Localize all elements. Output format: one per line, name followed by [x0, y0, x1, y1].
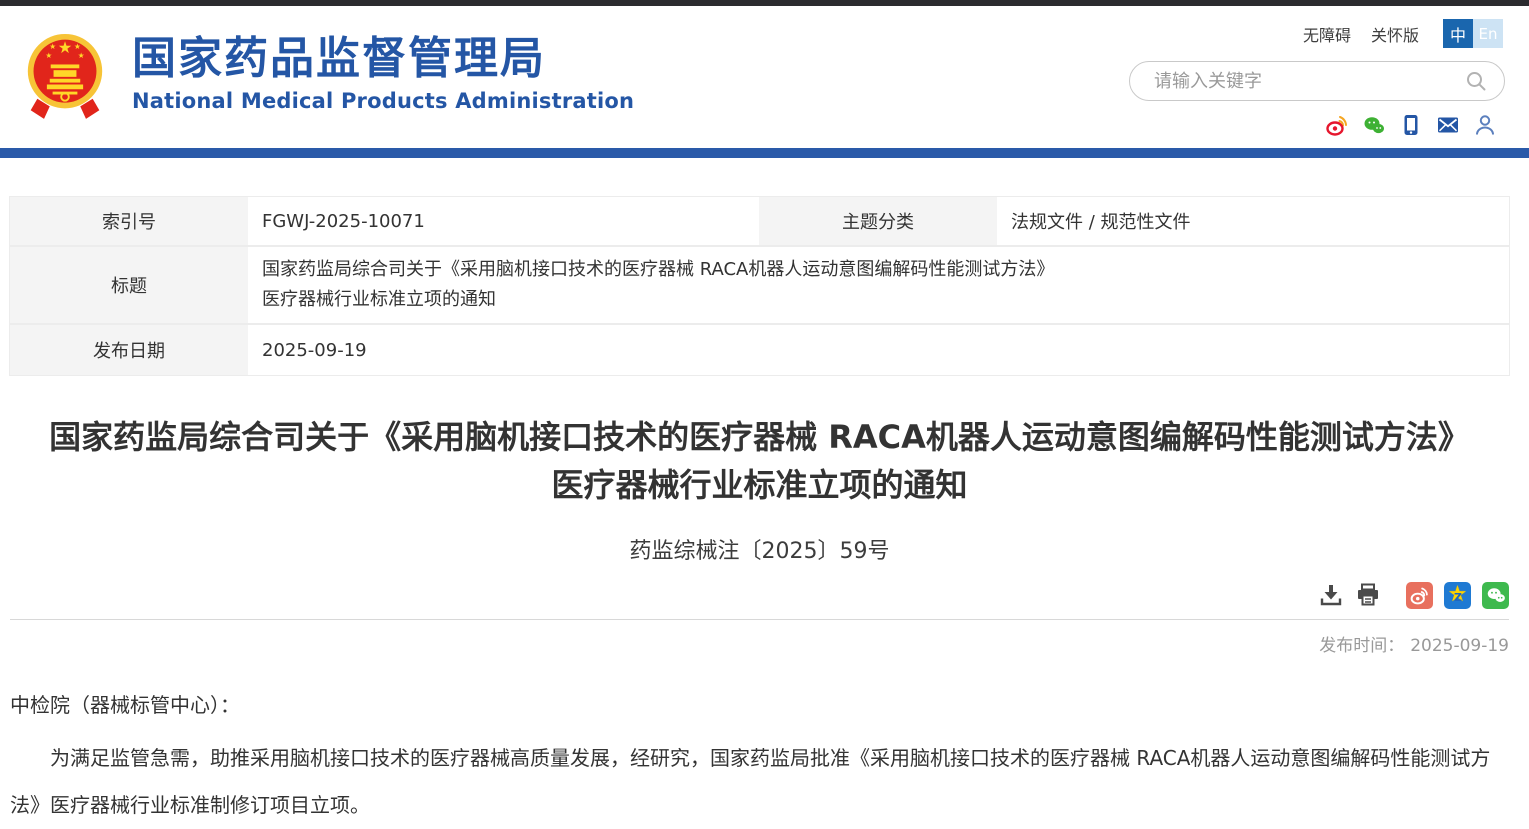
wechat-share-icon: [1485, 584, 1507, 606]
share-weibo-button[interactable]: [1406, 582, 1433, 609]
lang-english-button[interactable]: En: [1473, 19, 1503, 48]
search-box: [1129, 61, 1505, 101]
lang-chinese-button[interactable]: 中: [1443, 19, 1473, 48]
blue-divider-bar: [0, 148, 1529, 158]
weibo-icon[interactable]: [1325, 113, 1349, 137]
publish-time-label: 发布时间：: [1319, 636, 1404, 656]
meta-label-pubdate: 发布日期: [10, 325, 248, 375]
svg-text:★: ★: [58, 38, 73, 57]
document-meta-table: 索引号 FGWJ-2025-10071 主题分类 法规文件 / 规范性文件 标题…: [10, 197, 1509, 375]
meta-label-title: 标题: [10, 247, 248, 323]
svg-text:★: ★: [49, 42, 56, 51]
qzone-z-glyph: Z: [1454, 591, 1462, 604]
meta-value-category: 法规文件 / 规范性文件: [997, 197, 1509, 245]
mobile-icon[interactable]: [1399, 113, 1423, 137]
accessibility-link[interactable]: 无障碍: [1303, 22, 1351, 46]
body-paragraph: 为满足监管急需，助推采用脑机接口技术的医疗器械高质量发展，经研究，国家药监局批准…: [10, 735, 1509, 829]
svg-text:★: ★: [78, 51, 85, 60]
salutation: 中检院（器械标管中心）：: [10, 682, 1509, 729]
mail-icon[interactable]: [1436, 113, 1460, 137]
site-header: ★ ★ ★ ★ ★ 国家药品监督管理局 National Medical Pro…: [0, 6, 1529, 148]
download-button[interactable]: [1318, 582, 1344, 608]
site-name-en: National Medical Products Administration: [132, 89, 634, 113]
meta-label-category: 主题分类: [759, 197, 997, 245]
social-icons-row: [1109, 113, 1497, 137]
search-button[interactable]: [1464, 69, 1488, 93]
print-button[interactable]: [1355, 582, 1381, 608]
print-icon: [1355, 582, 1381, 608]
meta-label-index: 索引号: [10, 197, 248, 245]
table-row: 发布日期 2025-09-19: [10, 325, 1509, 375]
search-input[interactable]: [1152, 70, 1464, 93]
care-version-link[interactable]: 关怀版: [1371, 22, 1419, 46]
meta-value-title: 国家药监局综合司关于《采用脑机接口技术的医疗器械 RACA机器人运动意图编解码性…: [248, 247, 1509, 323]
site-name-cn: 国家药品监督管理局: [132, 35, 634, 83]
share-qzone-button[interactable]: ★ Z: [1444, 582, 1471, 609]
weibo-share-icon: [1409, 585, 1430, 606]
user-icon[interactable]: [1473, 113, 1497, 137]
publish-time: 发布时间： 2025-09-19: [10, 631, 1509, 656]
publish-time-value: 2025-09-19: [1410, 636, 1509, 656]
content-area: 索引号 FGWJ-2025-10071 主题分类 法规文件 / 规范性文件 标题…: [0, 197, 1529, 829]
table-row: 索引号 FGWJ-2025-10071 主题分类 法规文件 / 规范性文件: [10, 197, 1509, 245]
brand-text: 国家药品监督管理局 National Medical Products Admi…: [132, 35, 634, 112]
svg-text:★: ★: [45, 51, 52, 60]
page-title: 国家药监局综合司关于《采用脑机接口技术的医疗器械 RACA机器人运动意图编解码性…: [10, 413, 1509, 509]
search-icon: [1464, 69, 1488, 93]
meta-value-index: FGWJ-2025-10071: [248, 197, 759, 245]
site-logo[interactable]: ★ ★ ★ ★ ★ 国家药品监督管理局 National Medical Pro…: [24, 26, 634, 122]
wechat-icon[interactable]: [1362, 113, 1386, 137]
article-body: 中检院（器械标管中心）： 为满足监管急需，助推采用脑机接口技术的医疗器械高质量发…: [10, 682, 1509, 829]
header-right: 无障碍 关怀版 中 En: [1109, 6, 1529, 137]
national-emblem-icon: ★ ★ ★ ★ ★: [24, 26, 106, 122]
download-icon: [1318, 582, 1344, 608]
content-divider: [10, 619, 1509, 620]
meta-value-pubdate: 2025-09-19: [248, 325, 1509, 375]
table-row: 标题 国家药监局综合司关于《采用脑机接口技术的医疗器械 RACA机器人运动意图编…: [10, 247, 1509, 323]
share-toolbar: ★ Z: [10, 581, 1509, 609]
language-toggle: 中 En: [1443, 19, 1503, 48]
share-wechat-button[interactable]: [1482, 582, 1509, 609]
top-utility-row: 无障碍 关怀版 中 En: [1109, 6, 1529, 48]
svg-text:★: ★: [74, 42, 81, 51]
document-number: 药监综械注〔2025〕59号: [10, 533, 1509, 565]
